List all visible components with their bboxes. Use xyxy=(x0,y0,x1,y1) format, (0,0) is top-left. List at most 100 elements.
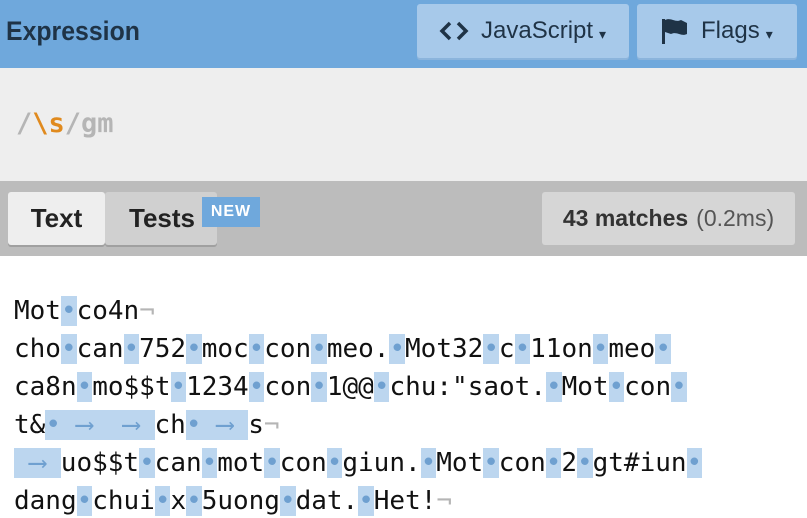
space-match: • xyxy=(389,334,406,364)
tab-tests[interactable]: Tests xyxy=(105,192,217,245)
text-segment: t& xyxy=(14,410,46,440)
text-line: t&• ⟶ ⟶ ch• ⟶ s¬ xyxy=(14,410,280,446)
text-segment: chu:"saot. xyxy=(389,372,546,402)
space-match: • xyxy=(373,372,390,402)
text-segment: can xyxy=(154,448,202,478)
text-segment: Mot32 xyxy=(405,334,484,364)
text-segment: 1234 xyxy=(186,372,249,402)
space-match: • xyxy=(483,334,499,364)
text-segment: chui xyxy=(92,486,155,516)
space-match: • xyxy=(483,448,499,478)
newline-marker: ¬ xyxy=(263,410,280,440)
text-line: Mot•co4n¬ xyxy=(14,296,155,332)
match-count: 43 matches xyxy=(562,205,689,231)
text-segment: cho xyxy=(14,334,61,364)
text-segment: Mot xyxy=(436,448,484,478)
space-match: • xyxy=(514,334,531,364)
flag-icon xyxy=(662,19,687,44)
match-time: (0.2ms) xyxy=(696,205,775,231)
space-match: • xyxy=(201,448,218,478)
tab-match: ⟶ xyxy=(14,448,61,478)
text-segment: Mot xyxy=(14,296,61,326)
space-match: • xyxy=(248,334,265,364)
space-match: • xyxy=(686,448,703,478)
text-segment: giun. xyxy=(342,448,421,478)
text-line: ca8n•mo$$t•1234•con•1@@•chu:"saot.•Mot•c… xyxy=(14,372,687,408)
text-segment: con xyxy=(264,372,312,402)
space-match: • xyxy=(311,334,327,364)
space-match: • xyxy=(671,372,687,402)
text-segment: 752 xyxy=(139,334,187,364)
test-text-editor[interactable]: Mot•co4n¬ cho•can•752•moc•con•meo.•Mot32•… xyxy=(0,256,807,518)
space-match: • xyxy=(577,448,593,478)
text-segment: con xyxy=(264,334,312,364)
text-toolbar: Text Tests NEW 43 matches (0.2ms) xyxy=(0,181,807,256)
text-segment: dat. xyxy=(295,486,359,516)
text-segment: Het! xyxy=(373,486,437,516)
text-segment: moc xyxy=(201,334,249,364)
expression-editor[interactable]: /\s/gm xyxy=(0,68,807,181)
space-match: • xyxy=(592,334,609,364)
space-match: • xyxy=(545,448,562,478)
text-segment: s xyxy=(248,410,264,440)
space-match: • xyxy=(420,448,437,478)
text-segment: 5uong xyxy=(201,486,280,516)
space-match: • xyxy=(248,372,265,402)
space-match: • xyxy=(186,486,202,516)
space-match: • xyxy=(655,334,671,364)
text-segment: Mot xyxy=(561,372,609,402)
space-match: • xyxy=(279,486,296,516)
text-segment: c xyxy=(498,334,515,364)
code-brackets-icon xyxy=(439,21,469,41)
text-segment: co4n xyxy=(76,296,140,326)
space-match: • xyxy=(139,448,155,478)
text-segment: mot xyxy=(217,448,265,478)
tab-match: ⟶ xyxy=(60,410,108,440)
text-line: cho•can•752•moc•con•meo.•Mot32•c•11on•me… xyxy=(14,334,671,370)
open-delimiter: / xyxy=(16,108,33,139)
space-match: • xyxy=(326,448,343,478)
space-match: • xyxy=(185,410,202,440)
text-line: dang•chui•x•5uong•dat.•Het!¬ xyxy=(14,486,452,518)
text-segment: ca8n xyxy=(14,372,77,402)
text-segment: x xyxy=(170,486,187,516)
space-match: • xyxy=(358,486,374,516)
text-segment: ch xyxy=(154,410,186,440)
flags-label: Flags xyxy=(701,17,760,44)
space-match: • xyxy=(311,372,327,402)
language-dropdown-button[interactable]: JavaScript ▾ xyxy=(417,4,629,58)
text-segment: con xyxy=(279,448,327,478)
flags-dropdown-button[interactable]: Flags ▾ xyxy=(637,4,797,58)
tab-text[interactable]: Text xyxy=(8,192,105,245)
space-match: • xyxy=(154,486,171,516)
newline-marker: ¬ xyxy=(436,486,453,516)
text-segment: meo. xyxy=(326,334,390,364)
text-segment: uo$$t xyxy=(60,448,140,478)
regex-expression[interactable]: /\s/gm xyxy=(16,108,114,139)
text-segment: dang xyxy=(14,486,77,516)
space-match: • xyxy=(545,372,562,402)
text-segment: 11on xyxy=(530,334,593,364)
text-segment: gt#iun xyxy=(592,448,687,478)
space-match: • xyxy=(186,334,202,364)
regex-flags[interactable]: gm xyxy=(81,108,114,139)
space-match: • xyxy=(60,334,77,364)
close-delimiter: / xyxy=(64,108,82,139)
expression-title: Expression xyxy=(6,16,140,46)
space-match: • xyxy=(45,410,61,440)
space-match: • xyxy=(123,334,140,364)
text-segment: meo xyxy=(608,334,656,364)
text-segment: con xyxy=(498,448,546,478)
text-segment: mo$$t xyxy=(92,372,171,402)
text-segment: can xyxy=(76,334,124,364)
regex-pattern: \s xyxy=(32,108,65,139)
space-match: • xyxy=(60,296,77,326)
header-bar: Expression JavaScript ▾ Flags ▾ xyxy=(0,0,807,68)
space-match: • xyxy=(76,486,93,516)
text-line: ⟶ uo$$t•can•mot•con•giun.•Mot•con•2•gt#iu… xyxy=(14,448,702,484)
space-match: • xyxy=(264,448,280,478)
language-label: JavaScript xyxy=(481,17,594,44)
text-segment: con xyxy=(624,372,672,402)
space-match: • xyxy=(170,372,187,402)
tab-match: ⟶ xyxy=(201,410,249,440)
